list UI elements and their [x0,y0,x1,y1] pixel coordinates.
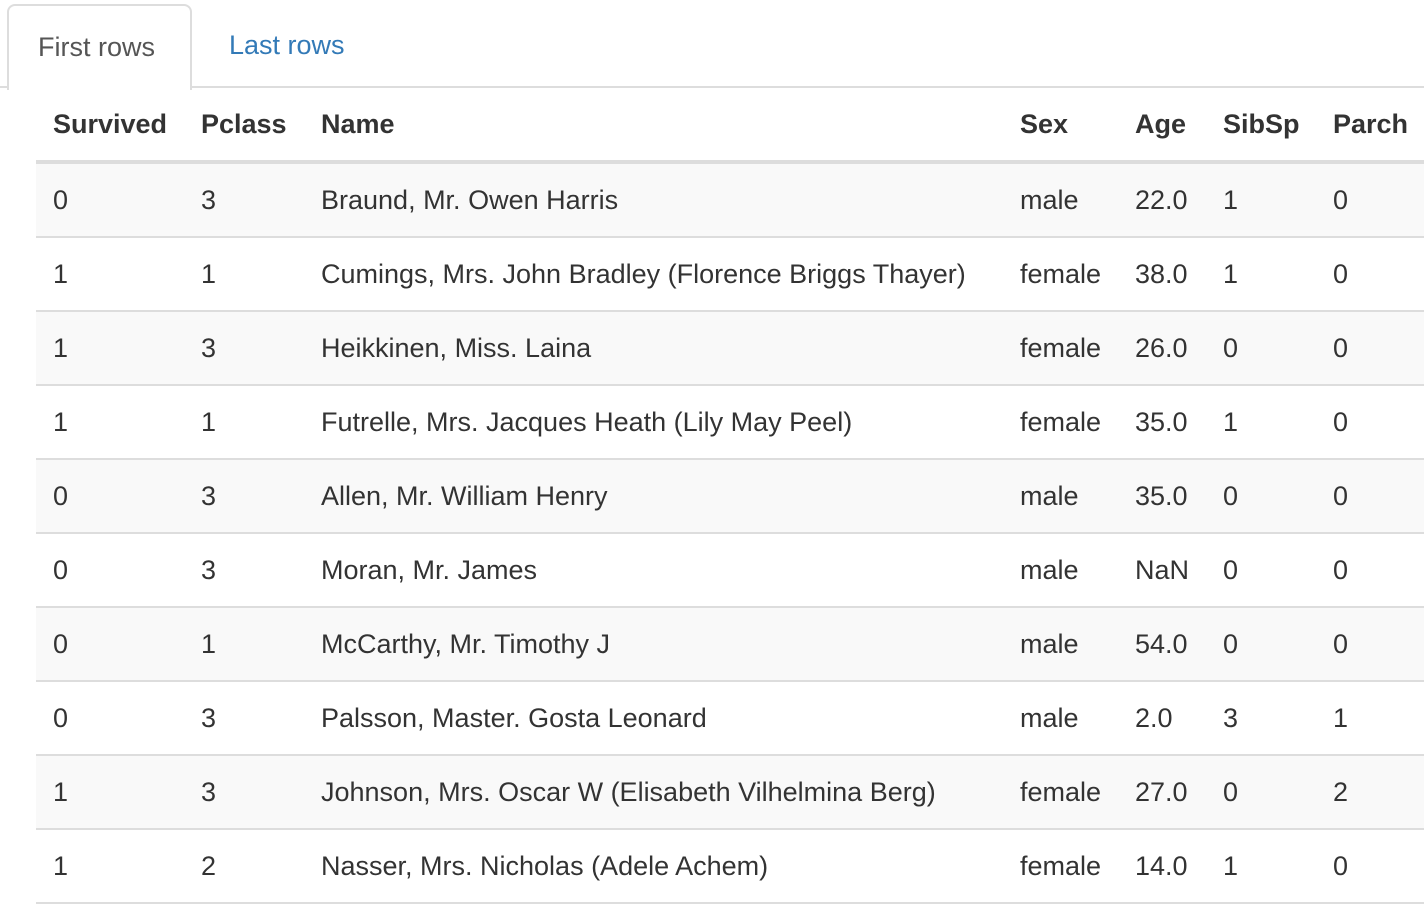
cell-age: 2.0 [1118,681,1206,756]
cell-survived: 1 [36,237,184,312]
cell-pclass: 1 [184,385,304,460]
cell-age: 38.0 [1118,237,1206,312]
tab-first-rows[interactable]: First rows [7,4,192,90]
cell-age: NaN [1118,533,1206,608]
tab-last-rows[interactable]: Last rows [199,4,375,86]
cell-sex: male [1003,681,1118,756]
table-row: 1 1 Futrelle, Mrs. Jacques Heath (Lily May… [36,385,1424,460]
column-header-name[interactable]: Name [304,88,1003,164]
cell-parch: 2 [1316,755,1424,830]
cell-survived: 0 [36,459,184,534]
cell-survived: 0 [36,681,184,756]
cell-sex: female [1003,755,1118,830]
table-row: 0 1 McCarthy, Mr. Timothy Jmale 54.0 0 0 [36,607,1424,682]
cell-sibsp: 0 [1206,311,1316,386]
cell-pclass: 3 [184,533,304,608]
column-header-parch[interactable]: Parch [1316,88,1424,164]
cell-age: 14.0 [1118,829,1206,904]
cell-sex: female [1003,311,1118,386]
cell-pclass: 3 [184,459,304,534]
column-header-sibsp[interactable]: SibSp [1206,88,1316,164]
table-row: 1 2 Nasser, Mrs. Nicholas (Adele Achem) fem… [36,829,1424,904]
cell-pclass: 1 [184,607,304,682]
cell-age: 54.0 [1118,607,1206,682]
cell-pclass: 3 [184,755,304,830]
cell-age: 26.0 [1118,311,1206,386]
cell-sex: male [1003,533,1118,608]
cell-sex: female [1003,237,1118,312]
cell-name: Cumings, Mrs. John Bradley (Florence Bri… [304,237,1003,312]
cell-pclass: 1 [184,237,304,312]
cell-name: Johnson, Mrs. Oscar W (Elisabeth Vilhelm… [304,755,1003,830]
table-row: 1 3 Heikkinen, Miss. Laina female 26.0 0 0 [36,311,1424,386]
cell-name: McCarthy, Mr. Timothy J [304,607,1003,682]
cell-parch: 1 [1316,681,1424,756]
cell-sex: male [1003,162,1118,238]
cell-sibsp: 0 [1206,459,1316,534]
cell-name: Allen, Mr. William Henry [304,459,1003,534]
cell-name: Futrelle, Mrs. Jacques Heath (Lily May P… [304,385,1003,460]
table-row: 1 1 Cumings, Mrs. John Bradley (Florence B… [36,237,1424,312]
cell-name: Palsson, Master. Gosta Leonard [304,681,1003,756]
cell-name: Heikkinen, Miss. Laina [304,311,1003,386]
cell-sex: female [1003,829,1118,904]
table-row: 1 3 Johnson, Mrs. Oscar W (Elisabeth Vilhe… [36,755,1424,830]
cell-parch: 0 [1316,607,1424,682]
cell-age: 35.0 [1118,459,1206,534]
cell-survived: 0 [36,533,184,608]
cell-parch: 0 [1316,385,1424,460]
cell-age: 35.0 [1118,385,1206,460]
cell-pclass: 3 [184,311,304,386]
cell-name: Moran, Mr. James [304,533,1003,608]
cell-survived: 0 [36,162,184,238]
cell-sex: female [1003,385,1118,460]
data-table: Survived Pclass Name Sex Age SibSp Parch… [36,88,1424,904]
cell-name: Nasser, Mrs. Nicholas (Adele Achem) [304,829,1003,904]
cell-sibsp: 1 [1206,237,1316,312]
cell-parch: 0 [1316,162,1424,238]
table-body: 0 3 Braund, Mr. Owen Harris male 22.0 1 0 1 1 Cum… [36,162,1424,904]
table-row: 0 3 Palsson, Master. Gosta Leonard male 2.0 3… [36,681,1424,756]
cell-sex: male [1003,459,1118,534]
column-header-pclass[interactable]: Pclass [184,88,304,164]
cell-age: 22.0 [1118,162,1206,238]
table-row: 0 3 Moran, Mr. James male NaN 0 0 [36,533,1424,608]
cell-survived: 0 [36,607,184,682]
cell-pclass: 2 [184,829,304,904]
column-header-sex[interactable]: Sex [1003,88,1118,164]
cell-survived: 1 [36,755,184,830]
cell-survived: 1 [36,311,184,386]
cell-parch: 0 [1316,829,1424,904]
cell-sibsp: 0 [1206,533,1316,608]
column-header-survived[interactable]: Survived [36,88,184,164]
table-header-row: Survived Pclass Name Sex Age SibSp Parch [36,88,1424,164]
cell-parch: 0 [1316,237,1424,312]
cell-survived: 1 [36,829,184,904]
cell-sibsp: 3 [1206,681,1316,756]
column-header-age[interactable]: Age [1118,88,1206,164]
cell-sibsp: 1 [1206,829,1316,904]
cell-parch: 0 [1316,533,1424,608]
cell-survived: 1 [36,385,184,460]
cell-parch: 0 [1316,311,1424,386]
cell-pclass: 3 [184,681,304,756]
tab-bar: First rows Last rows [0,0,1424,90]
table-row: 0 3 Allen, Mr. William Henry male 35.0 0 0 [36,459,1424,534]
cell-sibsp: 1 [1206,162,1316,238]
cell-sibsp: 1 [1206,385,1316,460]
cell-pclass: 3 [184,162,304,238]
cell-parch: 0 [1316,459,1424,534]
cell-sibsp: 0 [1206,607,1316,682]
cell-sibsp: 0 [1206,755,1316,830]
table-row: 0 3 Braund, Mr. Owen Harris male 22.0 1 0 [36,162,1424,238]
cell-name: Braund, Mr. Owen Harris [304,162,1003,238]
cell-sex: male [1003,607,1118,682]
cell-age: 27.0 [1118,755,1206,830]
